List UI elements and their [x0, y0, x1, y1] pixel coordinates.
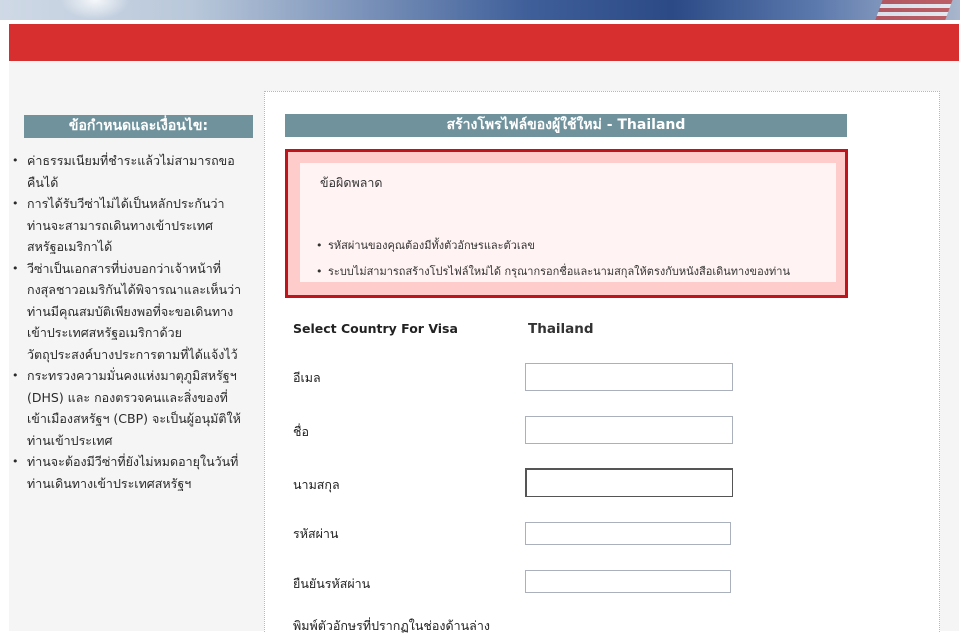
error-title: ข้อผิดพลาด — [320, 175, 383, 190]
bullet-icon: • — [12, 369, 19, 382]
first-name-label: ชื่อ — [293, 424, 309, 439]
terms-list: • ค่าธรรมเนียมที่ชำระแล้วไม่สามารถขอคืนได… — [8, 150, 244, 494]
bullet-icon: • — [316, 239, 323, 252]
email-label: อีเมล — [293, 370, 321, 385]
error-box-inner: ข้อผิดพลาด • รหัสผ่านของคุณต้องมีทั้งตัวอ… — [300, 163, 836, 282]
sidebar-title: ข้อกำหนดและเงื่อนไข: — [24, 115, 253, 138]
bullet-icon: • — [316, 265, 323, 278]
confirm-password-field[interactable] — [525, 570, 731, 593]
error-list: • รหัสผ่านของคุณต้องมีทั้งตัวอักษรและตัวเ… — [316, 233, 790, 285]
flag-graphic — [874, 0, 956, 20]
last-name-label: นามสกุล — [293, 477, 340, 492]
banner-shine — [60, 0, 130, 20]
bullet-icon: • — [12, 455, 19, 468]
terms-item: • ท่านจะต้องมีวีซ่าที่ยังไม่หมดอายุในวันท… — [8, 451, 244, 494]
captcha-label: พิมพ์ตัวอักษรที่ปรากฏในช่องด้านล่าง — [293, 618, 490, 633]
header-banner — [0, 0, 960, 20]
password-label: รหัสผ่าน — [293, 526, 339, 541]
terms-item: • กระทรวงความมั่นคงแห่งมาตุภูมิสหรัฐฯ (DH… — [8, 365, 244, 451]
page-title: สร้างโพรไฟล์ของผู้ใช้ใหม่ - Thailand — [285, 114, 847, 137]
confirm-password-label: ยืนยันรหัสผ่าน — [293, 576, 371, 591]
email-field[interactable] — [525, 363, 733, 391]
last-name-field[interactable] — [525, 468, 733, 497]
bullet-icon: • — [12, 261, 19, 275]
bullet-icon: • — [12, 154, 19, 167]
terms-item: • การได้รับวีซ่าไม่ได้เป็นหลักประกันว่าท่… — [8, 193, 244, 258]
country-value: Thailand — [528, 321, 594, 337]
terms-item: • วีซ่าเป็นเอกสารที่บ่งบอกว่าเจ้าหน้าที่ก… — [8, 258, 244, 366]
error-box: ข้อผิดพลาด • รหัสผ่านของคุณต้องมีทั้งตัวอ… — [285, 149, 848, 298]
error-message: • รหัสผ่านของคุณต้องมีทั้งตัวอักษรและตัวเ… — [316, 233, 790, 259]
terms-item: • ค่าธรรมเนียมที่ชำระแล้วไม่สามารถขอคืนได… — [8, 150, 244, 193]
country-label: Select Country For Visa — [293, 321, 458, 336]
bullet-icon: • — [12, 197, 19, 210]
password-field[interactable] — [525, 522, 731, 545]
first-name-field[interactable] — [525, 416, 733, 444]
nav-bar — [9, 24, 959, 61]
error-message: • ระบบไม่สามารถสร้างโปรไฟล์ใหม่ได้ กรุณาก… — [316, 259, 790, 285]
